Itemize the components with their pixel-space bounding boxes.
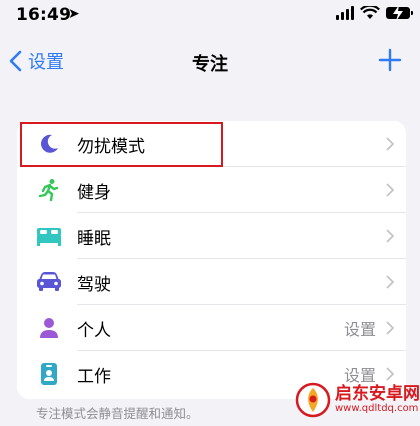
running-icon bbox=[38, 179, 59, 202]
page-title: 专注 bbox=[192, 54, 228, 75]
focus-item-label: 个人 bbox=[77, 320, 111, 341]
chevron-right-icon bbox=[386, 229, 394, 243]
chevron-right-icon bbox=[386, 275, 394, 289]
focus-item-label: 睡眠 bbox=[77, 228, 111, 249]
focus-item-label: 驾驶 bbox=[77, 274, 111, 295]
location-arrow-icon: ➤ bbox=[68, 6, 80, 22]
bed-icon bbox=[37, 228, 61, 246]
chevron-right-icon bbox=[386, 137, 394, 151]
focus-item-personal[interactable]: 个人 设置 bbox=[17, 305, 406, 351]
focus-item-sleep[interactable]: 睡眠 bbox=[17, 213, 406, 259]
focus-item-fitness[interactable]: 健身 bbox=[17, 167, 406, 213]
person-icon bbox=[40, 318, 58, 338]
wifi-icon bbox=[360, 6, 380, 19]
focus-item-label: 健身 bbox=[77, 182, 111, 203]
watermark: 启东安卓网 www.qdltdq.com bbox=[295, 382, 420, 418]
charging-bolt-icon bbox=[393, 5, 403, 21]
highlight-box bbox=[20, 122, 223, 167]
signal-icon bbox=[336, 6, 354, 20]
chevron-right-icon bbox=[386, 183, 394, 197]
watermark-url: www.qdltdq.com bbox=[335, 403, 419, 414]
navigation-bar: 设置 专注 bbox=[0, 40, 420, 84]
focus-item-driving[interactable]: 驾驶 bbox=[17, 259, 406, 305]
focus-item-label: 工作 bbox=[77, 366, 111, 387]
chevron-right-icon bbox=[386, 367, 394, 381]
focus-footer-note: 专注模式会静音提醒和通知。 bbox=[36, 406, 199, 421]
status-bar: 16:49 ➤ bbox=[0, 0, 420, 34]
focus-item-value: 设置 bbox=[343, 320, 376, 339]
car-icon bbox=[37, 272, 61, 291]
chevron-right-icon bbox=[386, 321, 394, 335]
status-indicators bbox=[336, 5, 413, 21]
badge-icon bbox=[41, 363, 57, 385]
status-time: 16:49 bbox=[16, 5, 72, 25]
add-icon[interactable] bbox=[378, 48, 402, 72]
watermark-name: 启东安卓网 bbox=[335, 384, 420, 404]
watermark-logo-icon bbox=[295, 382, 331, 418]
battery-icon bbox=[386, 5, 413, 21]
